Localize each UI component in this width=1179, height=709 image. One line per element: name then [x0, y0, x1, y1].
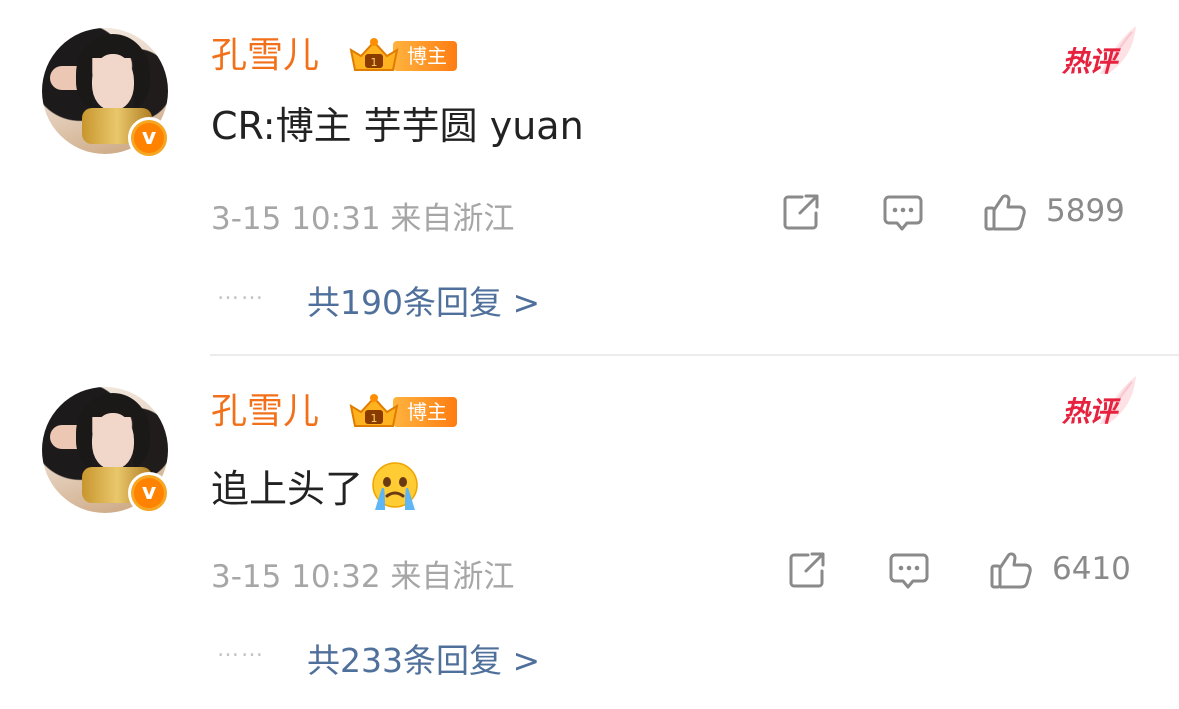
replies-dots: ……	[217, 637, 265, 662]
comment-item: v 孔雪儿 1 博主 热评 追上头了 3-15 10:32 来自浙江 6410 …	[0, 356, 1179, 709]
view-replies-link[interactable]: 共190条回复 >	[307, 276, 540, 324]
like-count: 6410	[1052, 551, 1131, 587]
verified-v-icon: v	[128, 472, 170, 514]
avatar-face	[92, 54, 134, 110]
hot-comment-label: 热评	[1062, 395, 1117, 428]
comment-text-content: CR:博主 芋芋圆 yuan	[211, 104, 584, 148]
svg-text:1: 1	[371, 412, 378, 425]
svg-text:1: 1	[371, 56, 378, 69]
comment-icon	[889, 553, 929, 589]
comment-item: v 孔雪儿 1 博主 热评 CR:博主 芋芋圆 yuan 3-15 10:31 …	[0, 0, 1179, 356]
hot-comment-badge: 热评	[1058, 26, 1138, 78]
like-button[interactable]	[983, 190, 1027, 234]
replies-dots: ……	[217, 280, 265, 305]
like-count: 5899	[1046, 193, 1125, 229]
blogger-badge: 1 博主	[347, 394, 457, 430]
crown-icon: 1	[349, 394, 399, 427]
crying-face-emoji	[372, 462, 418, 510]
comment-icon	[883, 195, 923, 231]
crown-icon: 1	[349, 38, 399, 71]
blogger-badge-label: 博主	[393, 41, 457, 71]
avatar-face	[92, 413, 134, 469]
author-name[interactable]: 孔雪儿	[211, 394, 319, 430]
share-button[interactable]	[780, 191, 822, 233]
blogger-badge: 1 博主	[347, 38, 457, 74]
comment-text-content: 追上头了	[211, 467, 364, 511]
verified-v-icon: v	[128, 117, 170, 159]
comment-meta: 3-15 10:32 来自浙江	[211, 559, 515, 595]
like-button[interactable]	[989, 548, 1033, 592]
comment-button[interactable]	[881, 191, 925, 235]
comment-text: CR:博主 芋芋圆 yuan	[211, 104, 584, 150]
share-icon	[789, 552, 825, 588]
author-name[interactable]: 孔雪儿	[211, 38, 319, 74]
share-icon	[783, 194, 819, 230]
share-button[interactable]	[786, 549, 828, 591]
hot-comment-badge: 热评	[1058, 376, 1138, 428]
blogger-badge-label: 博主	[393, 397, 457, 427]
comment-meta: 3-15 10:31 来自浙江	[211, 201, 515, 237]
comment-button[interactable]	[887, 549, 931, 593]
thumbs-up-icon	[990, 552, 1032, 589]
hot-comment-label: 热评	[1062, 45, 1117, 78]
thumbs-up-icon	[984, 194, 1026, 231]
view-replies-link[interactable]: 共233条回复 >	[307, 634, 540, 682]
comment-text: 追上头了	[211, 460, 421, 513]
